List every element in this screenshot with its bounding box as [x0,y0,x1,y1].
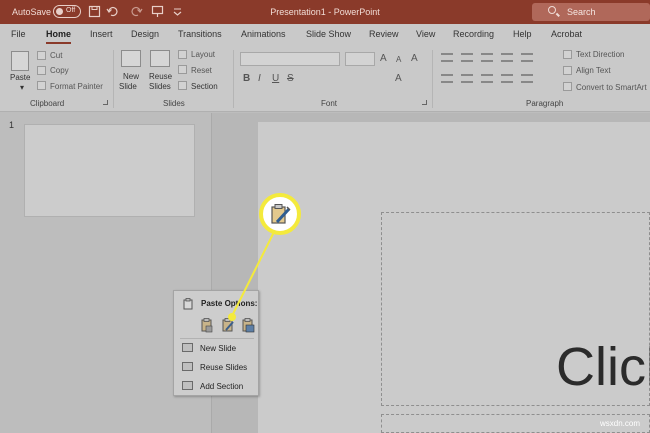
cut-icon [37,51,46,60]
paste-options-title: Paste Options: [201,299,258,308]
bullets-icon[interactable] [441,53,453,62]
tab-recording[interactable]: Recording [453,29,494,39]
ribbon-separator [432,50,433,108]
title-placeholder-text: Click [556,337,650,397]
tab-animations[interactable]: Animations [241,29,286,39]
decrease-indent-icon[interactable] [481,53,493,62]
clear-formatting-button[interactable]: A [411,53,418,64]
format-painter-icon [37,81,46,90]
align-right-icon[interactable] [481,74,493,83]
text-direction-button[interactable]: Text Direction [576,50,624,59]
font-group-label: Font [321,99,338,108]
text-direction-icon [563,50,572,59]
paragraph-group-label: Paragraph [526,99,564,108]
clipboard-dialog-launcher-icon[interactable] [103,100,108,105]
strikethrough-button[interactable]: S [287,73,294,84]
section-button[interactable]: Section [191,82,218,91]
paste-use-destination-theme-icon[interactable] [200,318,214,333]
layout-icon [178,50,187,59]
convert-smartart-button[interactable]: Convert to SmartArt [576,83,647,92]
align-center-icon[interactable] [461,74,473,83]
new-slide-icon [182,343,193,352]
highlight-color-button[interactable]: A [395,73,402,84]
ribbon-separator [233,50,234,108]
font-dialog-launcher-icon[interactable] [422,100,427,105]
ribbon: Paste ▾ Cut Copy Format Painter Clipboar… [0,46,650,112]
reuse-slides-label-1[interactable]: Reuse [149,72,172,81]
tab-design[interactable]: Design [131,29,159,39]
menu-item-reuse-slides[interactable]: Reuse Slides [200,363,247,372]
reuse-slides-icon[interactable] [150,50,170,67]
shrink-font-button[interactable]: A [396,55,401,64]
tab-acrobat[interactable]: Acrobat [551,29,582,39]
paste-options-icon [183,298,193,310]
new-slide-label-2[interactable]: Slide [119,82,137,91]
copy-icon [37,66,46,75]
tab-help[interactable]: Help [513,29,532,39]
slide-number: 1 [9,120,15,130]
menu-item-add-section[interactable]: Add Section [200,382,243,391]
callout-circle [259,193,301,235]
reset-icon [178,65,187,74]
align-left-icon[interactable] [441,74,453,83]
tab-transitions[interactable]: Transitions [178,29,222,39]
align-text-icon [563,66,572,75]
reuse-slides-label-2[interactable]: Slides [149,82,171,91]
paste-keep-formatting-icon[interactable] [221,318,235,333]
numbering-icon[interactable] [461,53,473,62]
search-placeholder: Search [567,7,596,17]
layout-button[interactable]: Layout [191,50,215,59]
font-size-dropdown[interactable] [345,52,375,66]
copy-button[interactable]: Copy [50,66,69,75]
underline-button[interactable]: U [272,73,279,84]
italic-button[interactable]: I [258,73,261,84]
new-slide-label-1[interactable]: New [123,72,139,81]
align-text-button[interactable]: Align Text [576,66,611,75]
smartart-icon [563,82,572,91]
paste-as-picture-icon[interactable] [241,318,255,333]
reset-button[interactable]: Reset [191,66,212,75]
search-box[interactable]: Search [532,3,650,21]
context-menu: Paste Options: New Slide Reuse Slides Ad… [173,290,259,396]
paste-icon[interactable] [11,51,29,71]
menu-item-new-slide[interactable]: New Slide [200,344,236,353]
tab-file[interactable]: File [11,29,26,39]
columns-icon[interactable] [521,74,533,83]
new-slide-icon[interactable] [121,50,141,67]
slide-thumbnail[interactable] [24,124,195,217]
paste-button[interactable]: Paste [10,73,30,82]
grow-font-button[interactable]: A [380,53,387,64]
tab-home[interactable]: Home [46,29,72,44]
watermark: wsxdn.com [600,419,641,428]
cut-button[interactable]: Cut [50,51,62,60]
increase-indent-icon[interactable] [501,53,513,62]
font-family-dropdown[interactable] [240,52,340,66]
search-icon [548,6,556,14]
tab-insert[interactable]: Insert [90,29,113,39]
line-spacing-icon[interactable] [521,53,533,62]
justify-icon[interactable] [501,74,513,83]
add-section-icon [182,381,193,390]
reuse-slides-icon [182,362,193,371]
menu-separator [180,338,254,339]
tab-review[interactable]: Review [369,29,399,39]
format-painter-button[interactable]: Format Painter [50,82,103,91]
section-icon [178,81,187,90]
slides-group-label: Slides [163,99,185,108]
ribbon-tabs: File Home Insert Design Transitions Anim… [0,24,650,46]
title-bar: AutoSave Off Presentation1 - PowerPoint … [0,0,650,24]
tab-slide-show[interactable]: Slide Show [306,29,351,39]
clipboard-group-label: Clipboard [30,99,65,108]
bold-button[interactable]: B [243,73,250,84]
tab-view[interactable]: View [416,29,435,39]
ribbon-separator [113,50,114,108]
paste-dropdown-icon[interactable]: ▾ [20,83,24,92]
paste-keep-formatting-icon [271,204,291,224]
